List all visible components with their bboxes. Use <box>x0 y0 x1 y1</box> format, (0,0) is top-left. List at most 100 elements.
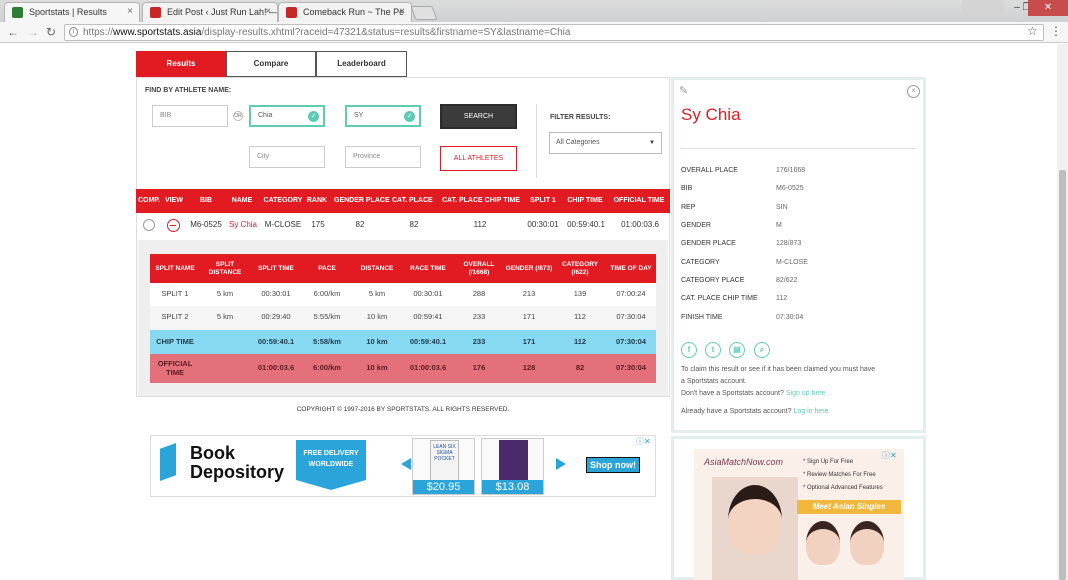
detail-label: REP <box>681 204 696 211</box>
close-tab-icon[interactable]: × <box>265 3 271 21</box>
bib-placeholder: BIB <box>160 112 172 119</box>
secure-lock-icon: i <box>69 27 78 37</box>
browser-tab-strip: Sportstats | Results × Edit Post ‹ Just … <box>0 0 1068 22</box>
find-by-name-label: FIND BY ATHLETE NAME: <box>145 87 232 94</box>
firstname-input[interactable]: SY ✓ <box>345 105 421 127</box>
browser-tab-title: Edit Post ‹ Just Run Lah! — <box>167 7 278 17</box>
new-tab-button[interactable] <box>410 6 438 20</box>
close-tab-icon[interactable]: × <box>399 3 405 21</box>
certificate-icon[interactable]: ▤ <box>729 342 745 358</box>
profile-button[interactable] <box>962 0 1004 16</box>
split-cell: 233 <box>472 312 486 322</box>
asia-match-ad[interactable] <box>694 449 904 580</box>
browser-tab-edit-post[interactable]: Edit Post ‹ Just Run Lah! — × <box>142 2 278 22</box>
header-bib[interactable]: BIB <box>194 189 218 213</box>
split-cell: 82 <box>575 363 585 373</box>
browser-tab-sportstats[interactable]: Sportstats | Results × <box>4 2 140 22</box>
header-gender-place[interactable]: GENDER PLACE <box>334 189 390 213</box>
lastname-value: Chia <box>258 112 273 119</box>
category-filter-select[interactable]: All Categories ▼ <box>549 132 662 154</box>
header-official-time[interactable]: OFFICIAL TIME <box>611 189 667 213</box>
header-rank[interactable]: RANK <box>305 189 329 213</box>
filter-selected-value: All Categories <box>556 139 600 146</box>
shop-now-button[interactable]: Shop now! <box>586 457 640 473</box>
detail-label: CATEGORY PLACE <box>681 277 745 284</box>
split-cell: 288 <box>472 289 486 299</box>
split-cell: 171 <box>522 312 536 322</box>
split-cell: SPLIT 2 <box>161 312 189 322</box>
split-header: SPLIT DISTANCE <box>208 261 242 276</box>
divider <box>536 104 537 178</box>
split-table-header: SPLIT NAME SPLIT DISTANCE SPLIT TIME PAC… <box>150 254 656 283</box>
ad-choices-icon[interactable]: ⓘ✕ <box>882 450 897 461</box>
header-cat-place-chip[interactable]: CAT. PLACE CHIP TIME <box>442 189 520 213</box>
header-split1[interactable]: SPLIT 1 <box>526 189 560 213</box>
book-item[interactable]: LEAN SIX SIGMA POCKET $20.95 <box>412 438 475 495</box>
chevron-down-icon: ▼ <box>649 140 655 146</box>
reload-icon[interactable]: ↻ <box>46 25 56 39</box>
browser-menu-icon[interactable]: ⋮ <box>1050 24 1062 38</box>
athlete-name: Sy Chia <box>681 105 741 124</box>
province-input[interactable]: Province <box>345 146 421 168</box>
tab-results[interactable]: Results <box>136 51 226 77</box>
filter-results-label: FILTER RESULTS: <box>550 114 611 121</box>
split-cell: 00:29:40 <box>261 312 291 322</box>
book-item[interactable]: $13.08 <box>481 438 544 495</box>
row-name-link[interactable]: Sy Chia <box>224 213 262 237</box>
split-row: SPLIT 1 5 km 00:30:01 6:00/km 5 km 00:30… <box>150 283 656 306</box>
split-header: OVERALL (/1668) <box>463 261 495 276</box>
all-athletes-button[interactable]: ALL ATHLETES <box>440 146 517 171</box>
carousel-next-icon[interactable] <box>556 458 566 470</box>
split-cell: 00:30:01 <box>413 289 443 299</box>
split-cell: 128 <box>522 363 536 373</box>
split-cell: 5 km <box>216 289 234 299</box>
header-chip-time[interactable]: CHIP TIME <box>566 189 604 213</box>
lastname-input[interactable]: Chia ✓ <box>249 105 325 127</box>
split-cell: 07:30:04 <box>616 312 646 322</box>
close-tab-icon[interactable]: × <box>127 3 133 21</box>
header-category[interactable]: CATEGORY <box>263 189 303 213</box>
split-cell: 00:59:41 <box>413 312 443 322</box>
browser-tab-comeback-run[interactable]: Comeback Run ~ The Pe × <box>278 2 412 22</box>
claim-text: To claim this result or see if it has be… <box>681 366 876 373</box>
city-input[interactable]: City <box>249 146 325 168</box>
address-toolbar: ← → ↻ i https://www.sportstats.asia/disp… <box>0 22 1068 43</box>
twitter-icon[interactable]: t <box>705 342 721 358</box>
close-icon[interactable]: × <box>907 85 920 98</box>
split-cell: 5 km <box>368 289 386 299</box>
back-icon[interactable]: ← <box>7 25 19 39</box>
tab-compare[interactable]: Compare <box>226 51 316 77</box>
header-name[interactable]: NAME <box>230 189 254 213</box>
bookmark-star-icon[interactable]: ☆ <box>1027 24 1038 38</box>
header-comp[interactable]: COMP. <box>136 189 162 213</box>
header-view[interactable]: VIEW <box>162 189 186 213</box>
forward-icon[interactable]: → <box>27 25 39 39</box>
url-bar[interactable]: i https://www.sportstats.asia/display-re… <box>64 24 1044 41</box>
book-cover <box>499 440 528 482</box>
search-button[interactable]: SEARCH <box>440 104 517 129</box>
row-category: M-CLOSE <box>264 220 302 229</box>
row-chip-time: 00:59:40.1 <box>567 220 605 229</box>
signup-link[interactable]: Sign up here <box>786 390 826 397</box>
login-link[interactable]: Log in here <box>793 408 828 415</box>
detail-value: 82/622 <box>776 277 798 284</box>
edit-icon[interactable]: ✎ <box>679 84 688 97</box>
valid-check-icon: ✓ <box>308 111 319 122</box>
ad-feature: * Review Matches For Free <box>803 472 876 478</box>
split-cell: 10 km <box>366 363 388 373</box>
split-header: PACE <box>318 264 336 272</box>
carousel-prev-icon[interactable] <box>401 458 411 470</box>
tab-leaderboard[interactable]: Leaderboard <box>316 51 407 77</box>
ad-choices-icon[interactable]: ⓘ✕ <box>636 436 651 447</box>
ad-feature-text: Sign Up For Free <box>807 459 854 465</box>
detail-label: CAT. PLACE CHIP TIME <box>681 295 758 302</box>
window-close-icon[interactable]: ✕ <box>1028 0 1068 16</box>
header-cat-place[interactable]: CAT. PLACE <box>392 189 433 213</box>
bib-input[interactable]: BIB <box>152 105 228 127</box>
split-cell: 5:55/km <box>313 312 341 322</box>
split-header: CATEGORY (/622) <box>561 261 599 276</box>
search-icon[interactable]: ⌕ <box>754 342 770 358</box>
scrollbar-thumb[interactable] <box>1059 170 1066 580</box>
facebook-icon[interactable]: f <box>681 342 697 358</box>
split-cell: 6:00/km <box>313 289 341 299</box>
